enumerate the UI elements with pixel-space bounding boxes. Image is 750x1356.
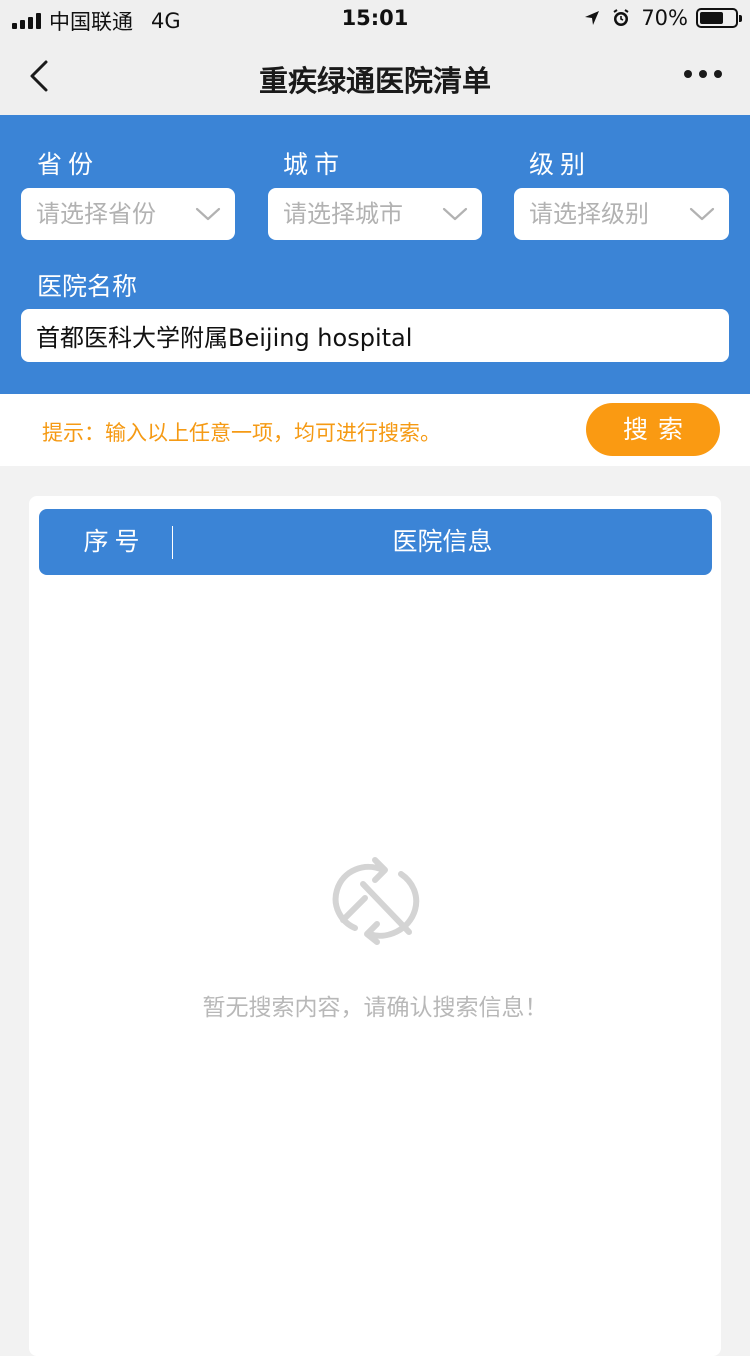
province-select[interactable]: 请选择省份 bbox=[21, 188, 235, 240]
level-select[interactable]: 请选择级别 bbox=[514, 188, 729, 240]
chevron-down-icon bbox=[689, 207, 715, 221]
city-label: 城市 bbox=[283, 150, 346, 179]
more-dot bbox=[714, 70, 722, 78]
status-right: 70% bbox=[583, 6, 742, 30]
level-label: 级别 bbox=[529, 150, 592, 179]
hospital-name-input[interactable] bbox=[21, 309, 729, 362]
search-button[interactable]: 搜索 bbox=[586, 403, 720, 456]
more-dot bbox=[684, 70, 692, 78]
hospital-name-label: 医院名称 bbox=[37, 272, 138, 301]
hint-bar: 提示：输入以上任意一项，均可进行搜索。 搜索 bbox=[0, 394, 750, 466]
province-label: 省份 bbox=[37, 150, 100, 179]
more-dot bbox=[699, 70, 707, 78]
alarm-clock-icon bbox=[613, 9, 629, 26]
city-select[interactable]: 请选择城市 bbox=[268, 188, 482, 240]
table-header: 序号 医院信息 bbox=[39, 509, 712, 575]
level-placeholder: 请选择级别 bbox=[529, 200, 649, 228]
province-placeholder: 请选择省份 bbox=[36, 200, 156, 228]
chevron-down-icon bbox=[195, 207, 221, 221]
results-card: 序号 医院信息 暂无搜索内容，请确认搜索信息！ bbox=[29, 496, 721, 1356]
column-header-info: 医院信息 bbox=[392, 527, 493, 556]
empty-state-message: 暂无搜索内容，请确认搜索信息！ bbox=[202, 995, 548, 1021]
location-arrow-icon bbox=[585, 11, 600, 25]
status-bar: 中国联通 4G 15:01 70% bbox=[0, 0, 750, 40]
page-title: 重疾绿通医院清单 bbox=[258, 64, 491, 98]
battery-icon bbox=[696, 8, 742, 28]
more-button[interactable] bbox=[684, 70, 722, 78]
battery-percent: 70% bbox=[641, 6, 688, 30]
nav-bar: 重疾绿通医院清单 bbox=[0, 40, 750, 115]
no-results-icon bbox=[332, 857, 420, 945]
column-header-seq: 序号 bbox=[83, 527, 146, 556]
chevron-down-icon bbox=[442, 207, 468, 221]
city-placeholder: 请选择城市 bbox=[283, 200, 403, 228]
hint-text: 提示：输入以上任意一项，均可进行搜索。 bbox=[42, 421, 441, 445]
filter-panel: 省份 城市 级别 请选择省份 请选择城市 请选择级别 医院名称 bbox=[0, 115, 750, 394]
